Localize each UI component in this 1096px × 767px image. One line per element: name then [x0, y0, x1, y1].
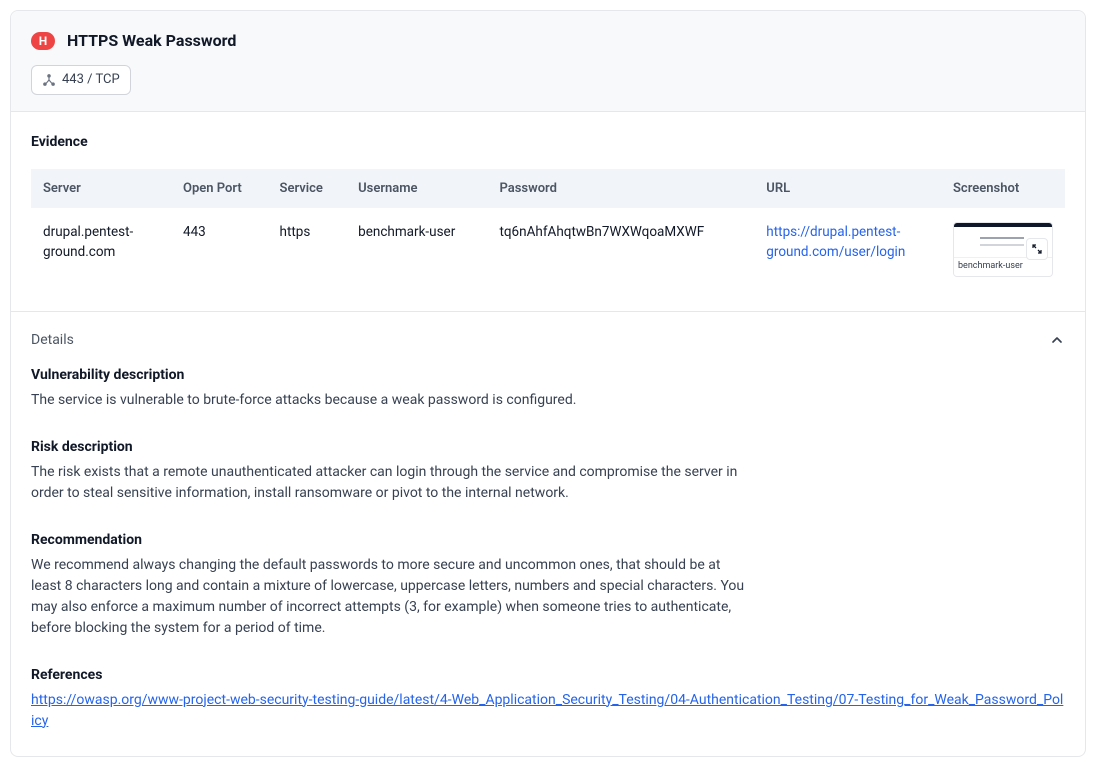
network-icon	[42, 73, 56, 87]
col-service: Service	[268, 169, 347, 209]
cell-password: tq6nAhfAhqtwBn7WXWqoaMXWF	[487, 208, 754, 291]
col-screenshot: Screenshot	[941, 169, 1065, 209]
reference-link[interactable]: https://owasp.org/www-project-web-securi…	[31, 692, 1063, 729]
cell-open-port: 443	[171, 208, 268, 291]
recommendation-block: Recommendation We recommend always chang…	[31, 530, 751, 639]
vulnerability-title: HTTPS Weak Password	[67, 29, 236, 53]
expand-icon	[1031, 243, 1043, 255]
evidence-table-wrap: Server Open Port Service Username Passwo…	[31, 169, 1065, 291]
risk-description-block: Risk description The risk exists that a …	[31, 437, 751, 504]
risk-description-text: The risk exists that a remote unauthenti…	[31, 462, 751, 504]
card-header: H HTTPS Weak Password 443 / TCP	[11, 11, 1085, 112]
thumb-line	[980, 237, 1024, 239]
details-section: Details Vulnerability description The se…	[11, 311, 1085, 756]
references-heading: References	[31, 665, 1065, 686]
col-username: Username	[346, 169, 487, 209]
cell-url: https://drupal.pentest-ground.com/user/l…	[754, 208, 941, 291]
vulnerability-description-block: Vulnerability description The service is…	[31, 365, 751, 411]
severity-badge: H	[31, 32, 55, 50]
evidence-heading: Evidence	[31, 132, 1065, 153]
vulnerability-description-heading: Vulnerability description	[31, 365, 751, 386]
col-password: Password	[487, 169, 754, 209]
evidence-table: Server Open Port Service Username Passwo…	[31, 169, 1065, 291]
col-server: Server	[31, 169, 171, 209]
details-label: Details	[31, 330, 74, 351]
cell-username: benchmark-user	[346, 208, 487, 291]
vulnerability-card: H HTTPS Weak Password 443 / TCP Evidence…	[10, 10, 1086, 757]
table-row: drupal.pentest-ground.com 443 https benc…	[31, 208, 1065, 291]
evidence-url-link[interactable]: https://drupal.pentest-ground.com/user/l…	[766, 224, 905, 260]
screenshot-thumbnail[interactable]: benchmark-user	[953, 222, 1053, 277]
chevron-up-icon	[1049, 332, 1065, 348]
thumb-caption: benchmark-user	[954, 257, 1052, 276]
evidence-header-row: Server Open Port Service Username Passwo…	[31, 169, 1065, 209]
port-chip[interactable]: 443 / TCP	[31, 65, 131, 95]
col-url: URL	[754, 169, 941, 209]
expand-button[interactable]	[1026, 238, 1048, 260]
risk-description-heading: Risk description	[31, 437, 751, 458]
cell-service: https	[268, 208, 347, 291]
details-toggle[interactable]: Details	[31, 330, 1065, 351]
title-row: H HTTPS Weak Password	[31, 29, 1065, 53]
evidence-section: Evidence Server Open Port Service Userna…	[11, 112, 1085, 311]
cell-screenshot: benchmark-user	[941, 208, 1065, 291]
references-block: References https://owasp.org/www-project…	[31, 665, 1065, 732]
col-open-port: Open Port	[171, 169, 268, 209]
port-chip-label: 443 / TCP	[62, 70, 120, 90]
vulnerability-description-text: The service is vulnerable to brute-force…	[31, 390, 751, 411]
recommendation-text: We recommend always changing the default…	[31, 555, 751, 639]
thumb-line	[980, 244, 1024, 246]
recommendation-heading: Recommendation	[31, 530, 751, 551]
cell-server: drupal.pentest-ground.com	[31, 208, 171, 291]
